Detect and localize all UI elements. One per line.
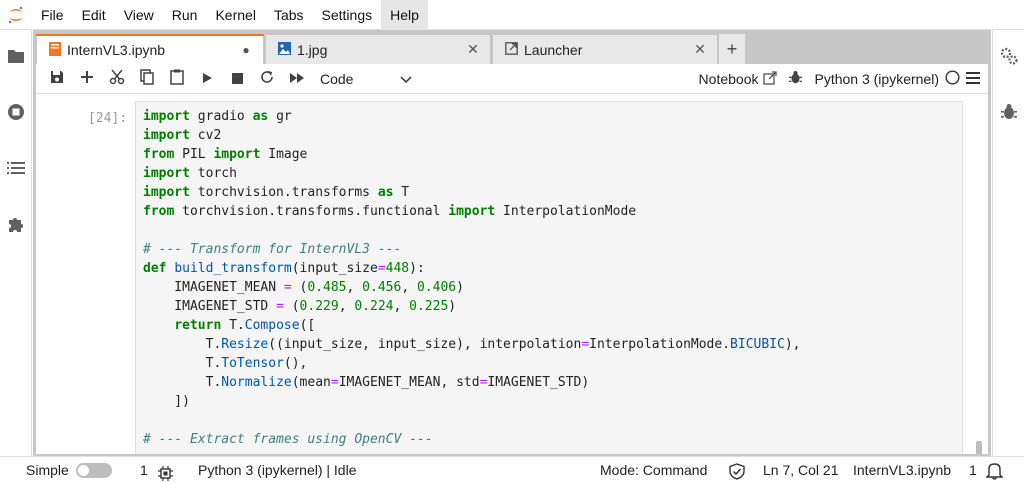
debugger-bug-icon[interactable] bbox=[789, 70, 803, 88]
extensions-puzzle-icon[interactable] bbox=[6, 214, 26, 234]
simple-mode-label: Simple bbox=[26, 462, 69, 478]
notebook-panel: Code Notebook Python 3 (ipykernel) [24]:… bbox=[36, 64, 988, 454]
property-inspector-gears-icon[interactable] bbox=[999, 46, 1019, 66]
fast-forward-icon bbox=[289, 71, 305, 87]
code-line: return T.Compose([ bbox=[174, 318, 316, 333]
code-line: # --- Transform for InternVL3 --- bbox=[143, 242, 402, 257]
terminals-count[interactable]: 1 bbox=[140, 457, 148, 483]
external-link-icon[interactable] bbox=[763, 70, 778, 88]
code-line: from PIL import Image bbox=[143, 147, 308, 162]
mode-indicator: Mode: Command bbox=[600, 462, 708, 478]
tab-bar: InternVL3.ipynb ● 1.jpg ✕ Launcher ✕ + bbox=[36, 34, 988, 65]
save-icon bbox=[50, 70, 64, 87]
play-icon bbox=[201, 71, 213, 87]
copy-button[interactable] bbox=[132, 65, 162, 93]
save-button[interactable] bbox=[42, 65, 72, 93]
stop-icon bbox=[231, 71, 243, 87]
kernel-status-circle-icon bbox=[945, 70, 960, 88]
code-editor[interactable]: import gradio as gr import cv2 from PIL … bbox=[135, 101, 963, 454]
add-tab-button[interactable]: + bbox=[719, 34, 745, 64]
kernel-status-text[interactable]: Python 3 (ipykernel) | Idle bbox=[198, 457, 357, 483]
cell-prompt: [24]: bbox=[88, 111, 128, 126]
launcher-icon bbox=[505, 41, 518, 58]
interrupt-kernel-button[interactable] bbox=[222, 65, 252, 93]
vertical-scrollbar[interactable] bbox=[976, 441, 982, 454]
menu-help[interactable]: Help bbox=[381, 0, 428, 30]
toggle-knob bbox=[78, 465, 89, 476]
right-sidebar bbox=[992, 30, 1024, 456]
left-sidebar bbox=[0, 30, 32, 456]
menu-kernel[interactable]: Kernel bbox=[206, 0, 264, 30]
menu-settings[interactable]: Settings bbox=[313, 0, 382, 30]
image-icon bbox=[278, 41, 291, 58]
cursor-position[interactable]: Ln 7, Col 21 bbox=[763, 457, 839, 483]
open-in-notebook-link[interactable]: Notebook bbox=[699, 71, 759, 87]
insert-cell-button[interactable] bbox=[72, 65, 102, 93]
cut-button[interactable] bbox=[102, 65, 132, 93]
jupyter-logo-icon[interactable] bbox=[0, 0, 32, 30]
tab-internvl3-notebook[interactable]: InternVL3.ipynb ● bbox=[36, 34, 264, 65]
plus-icon bbox=[80, 70, 94, 87]
simple-mode-toggle[interactable] bbox=[76, 463, 112, 478]
bell-icon[interactable] bbox=[985, 461, 1004, 480]
close-icon[interactable]: ✕ bbox=[466, 41, 480, 58]
code-line: IMAGENET_MEAN = (0.485, 0.456, 0.406) bbox=[143, 280, 464, 295]
code-line: T.Resize((input_size, input_size), inter… bbox=[143, 337, 801, 352]
cell-type-value: Code bbox=[320, 70, 354, 87]
code-line: T.Normalize(mean=IMAGENET_MEAN, std=IMAG… bbox=[143, 375, 590, 390]
code-line: IMAGENET_STD = (0.229, 0.224, 0.225) bbox=[143, 299, 457, 314]
copy-icon bbox=[140, 69, 154, 88]
code-line: from torchvision.transforms.functional i… bbox=[143, 204, 637, 219]
menu-bar: File Edit View Run Kernel Tabs Settings … bbox=[0, 0, 1024, 30]
code-line: T.ToTensor(), bbox=[143, 356, 308, 371]
menu-file[interactable]: File bbox=[32, 0, 73, 30]
menu-edit[interactable]: Edit bbox=[73, 0, 115, 30]
menu-tabs[interactable]: Tabs bbox=[265, 0, 313, 30]
scissors-icon bbox=[109, 69, 125, 88]
notification-count: 1 bbox=[969, 462, 977, 478]
folder-icon[interactable] bbox=[6, 46, 26, 66]
close-icon[interactable]: ✕ bbox=[693, 41, 707, 58]
trusted-shield-icon[interactable] bbox=[729, 462, 745, 480]
tab-label: 1.jpg bbox=[297, 41, 328, 58]
debugger-bug-icon[interactable] bbox=[999, 102, 1019, 122]
code-line: import gradio as gr bbox=[143, 109, 292, 124]
chevron-down-icon bbox=[400, 71, 412, 87]
kernel-name-button[interactable]: Python 3 (ipykernel) bbox=[814, 71, 939, 87]
running-stop-icon[interactable] bbox=[6, 102, 26, 122]
toolbar-right: Notebook Python 3 (ipykernel) bbox=[699, 64, 988, 94]
main-dock-area: InternVL3.ipynb ● 1.jpg ✕ Launcher ✕ + C… bbox=[33, 30, 991, 456]
clipboard-icon bbox=[170, 69, 184, 88]
hamburger-menu-icon[interactable] bbox=[966, 71, 980, 87]
paste-button[interactable] bbox=[162, 65, 192, 93]
code-line: def build_transform(input_size=448): bbox=[143, 261, 425, 276]
code-line: import cv2 bbox=[143, 128, 222, 143]
kernel-chip-icon[interactable] bbox=[158, 463, 173, 481]
run-cell-button[interactable] bbox=[192, 65, 222, 93]
unsaved-dot-icon[interactable]: ● bbox=[239, 43, 253, 57]
menu-view[interactable]: View bbox=[115, 0, 163, 30]
code-line: # --- Extract frames using OpenCV --- bbox=[143, 432, 433, 447]
notebook-icon bbox=[49, 41, 61, 59]
tab-1-jpg[interactable]: 1.jpg ✕ bbox=[265, 34, 491, 64]
tab-launcher[interactable]: Launcher ✕ bbox=[492, 34, 718, 64]
current-file-name: InternVL3.ipynb bbox=[853, 462, 952, 478]
tab-label: InternVL3.ipynb bbox=[67, 42, 166, 58]
notebook-toolbar: Code Notebook Python 3 (ipykernel) bbox=[36, 64, 988, 94]
restart-run-all-button[interactable] bbox=[282, 65, 312, 93]
notebook-cells: [24]: import gradio as gr import cv2 fro… bbox=[36, 95, 988, 454]
code-line: import torch bbox=[143, 166, 237, 181]
restart-kernel-button[interactable] bbox=[252, 65, 282, 93]
menu-run[interactable]: Run bbox=[163, 0, 207, 30]
tab-label: Launcher bbox=[524, 41, 583, 58]
refresh-icon bbox=[260, 70, 274, 87]
cell-type-select[interactable]: Code bbox=[320, 71, 412, 87]
code-line: import torchvision.transforms as T bbox=[143, 185, 410, 200]
status-bar: Simple 1 Python 3 (ipykernel) | Idle Mod… bbox=[0, 456, 1024, 483]
table-of-contents-icon[interactable] bbox=[6, 158, 26, 178]
code-line: ]) bbox=[143, 394, 190, 409]
